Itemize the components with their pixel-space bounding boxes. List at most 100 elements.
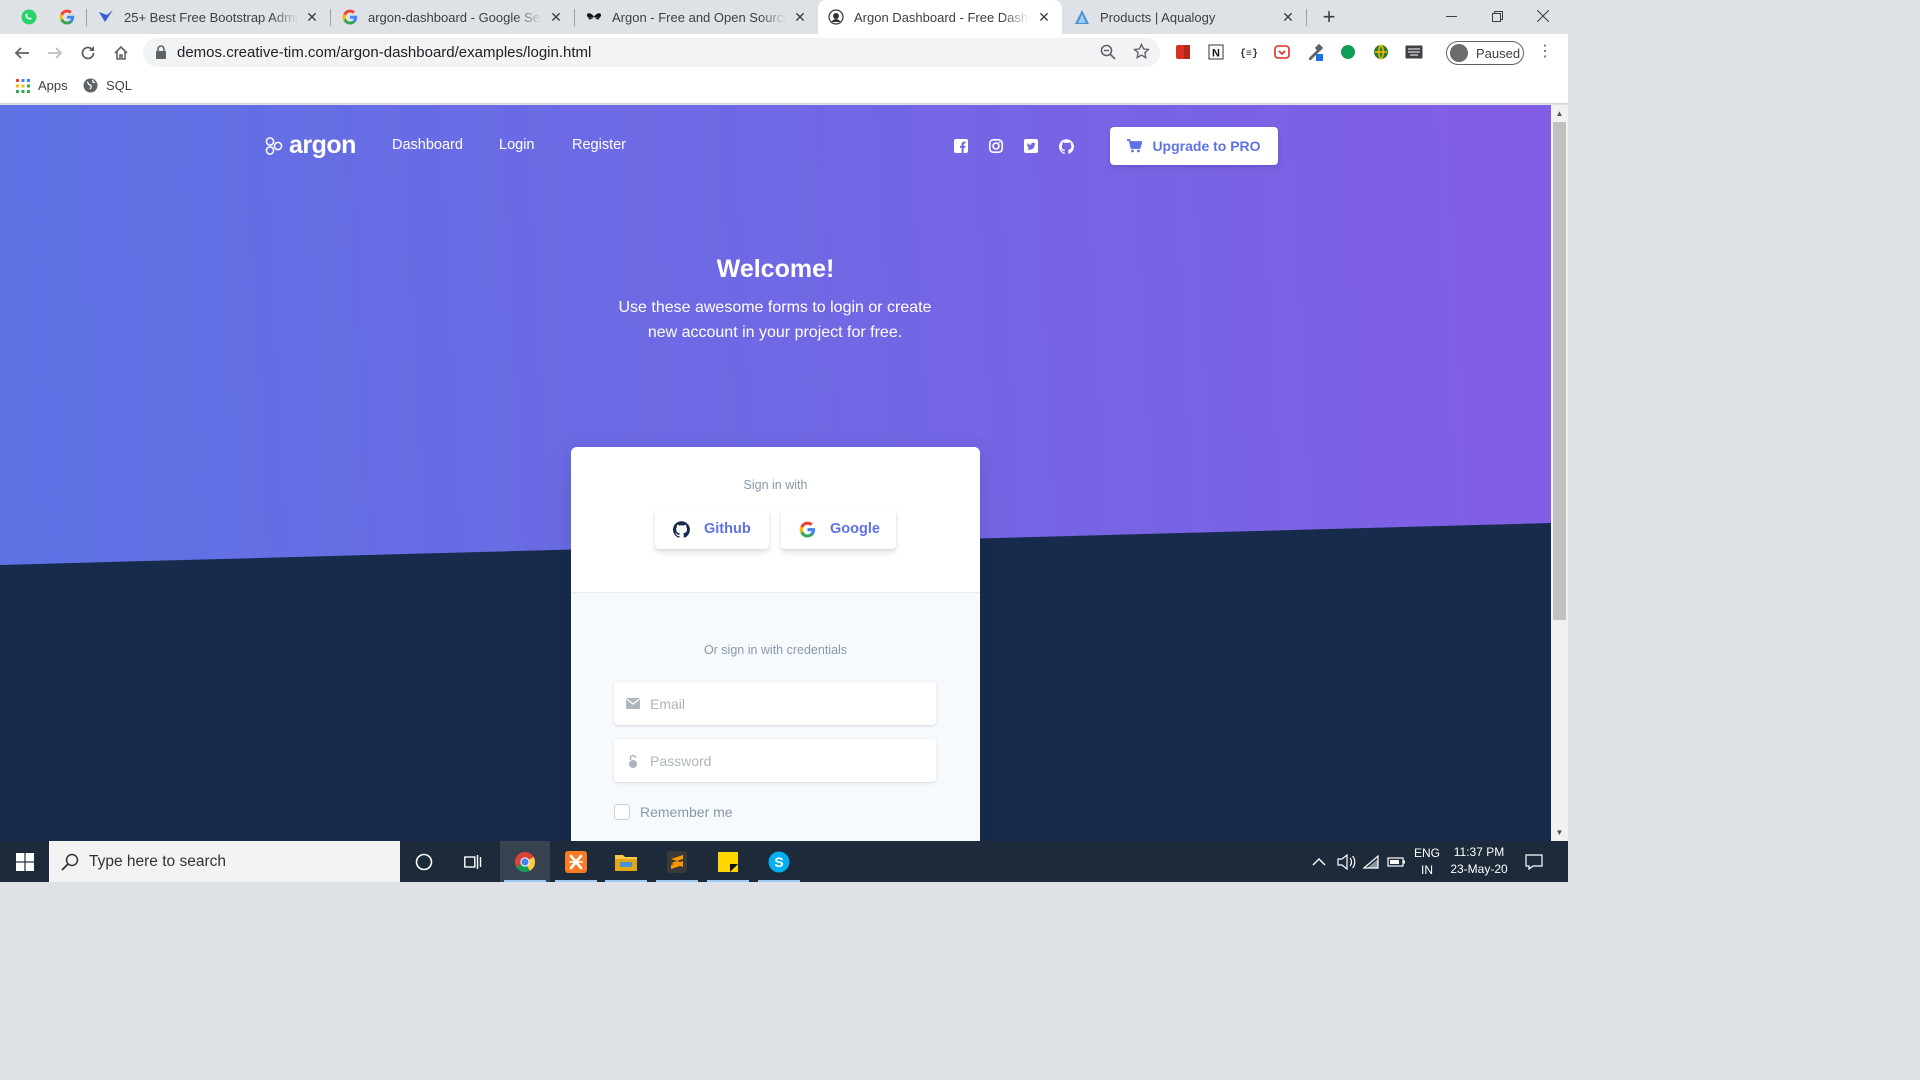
extension-red-icon[interactable] [1174,43,1192,61]
file-explorer-icon[interactable] [601,841,651,882]
zoom-icon[interactable] [1100,44,1116,65]
nav-link-login[interactable]: Login [499,137,534,153]
remember-me-checkbox[interactable] [614,804,630,820]
envelope-icon [616,698,650,709]
close-icon[interactable]: ✕ [304,9,320,25]
tab-title: Argon - Free and Open Source D [612,9,786,25]
remember-me-label: Remember me [640,804,733,820]
upgrade-label: Upgrade to PRO [1152,138,1261,154]
svg-text:{≡}: {≡} [1240,48,1258,60]
extension-green-dot-icon[interactable] [1339,43,1357,61]
home-button[interactable] [108,40,134,66]
profile-status: Paused [1476,45,1521,61]
page-viewport: argon Dashboard Login Register Upgrade t… [0,105,1551,841]
task-view-icon[interactable] [448,841,498,882]
reload-button[interactable] [75,40,101,66]
volume-icon[interactable] [1337,841,1357,882]
argon-logo[interactable]: argon [264,131,356,160]
login-card: Sign in with Github Google Or sign in wi… [571,447,980,841]
close-icon[interactable]: ✕ [548,9,564,25]
address-bar[interactable]: demos.creative-tim.com/argon-dashboard/e… [143,38,1160,67]
windows-start-icon[interactable] [0,841,49,882]
email-field[interactable] [614,682,936,725]
show-hidden-icons-chevron-icon[interactable] [1312,841,1326,882]
notifications-icon[interactable] [1525,841,1543,882]
tab-argon-dashboard[interactable]: Argon Dashboard - Free Dashbo ✕ [818,0,1062,34]
xampp-icon[interactable] [551,841,601,882]
tab-title: argon-dashboard - Google Searc [368,9,542,25]
extension-pocket-icon[interactable] [1273,43,1291,61]
apps-grid-icon [16,78,30,93]
instagram-icon[interactable] [988,138,1004,154]
bookmark-star-icon[interactable] [1133,42,1150,65]
tab-bootstrap-admin[interactable]: 25+ Best Free Bootstrap Admin T ✕ [88,0,330,34]
scrollbar-thumb[interactable] [1553,122,1566,620]
facebook-icon[interactable] [953,138,969,154]
page-scrollbar[interactable]: ▲ ▼ [1551,105,1568,841]
remember-me[interactable]: Remember me [614,804,733,820]
twitter-icon[interactable] [1023,138,1039,154]
menu-kebab-icon[interactable]: ⋮ [1537,43,1553,61]
chrome-icon[interactable] [500,841,550,882]
bookmarks-bar: Apps SQL [0,71,1568,104]
extension-json-icon[interactable]: {≡} [1240,43,1258,61]
brand-text: argon [289,131,356,159]
github-icon[interactable] [1058,138,1074,154]
tab-title: Products | Aqualogy [1100,9,1216,25]
input-language[interactable]: ENG IN [1410,845,1444,879]
nav-link-register[interactable]: Register [572,137,626,153]
welcome-lead: Use these awesome forms to login or crea… [618,299,932,341]
extension-eyedropper-icon[interactable] [1306,43,1324,61]
upgrade-to-pro-button[interactable]: Upgrade to PRO [1110,127,1278,165]
new-tab-button[interactable]: + [1318,4,1340,29]
minimize-button[interactable] [1428,0,1474,32]
bookmark-apps[interactable]: Apps [16,78,68,93]
bookmark-sql[interactable]: SQL [83,78,132,93]
skype-icon[interactable]: S [754,841,804,882]
google-icon [59,9,75,25]
taskbar-search-box[interactable]: Type here to search [49,841,400,882]
close-icon[interactable]: ✕ [792,9,808,25]
email-input[interactable] [650,695,920,712]
whatsapp-icon [21,9,37,25]
close-icon[interactable]: ✕ [1280,9,1296,25]
google-label: Google [830,521,880,537]
wifi-icon[interactable] [1362,841,1382,882]
sublime-text-icon[interactable] [652,841,702,882]
github-login-button[interactable]: Github [655,509,769,549]
extension-notion-icon[interactable]: N [1207,43,1225,61]
forward-button[interactable] [42,40,68,66]
battery-icon[interactable] [1387,841,1407,882]
close-icon[interactable]: ✕ [1036,9,1052,25]
nav-link-dashboard[interactable]: Dashboard [392,137,463,153]
site-navbar: argon Dashboard Login Register Upgrade t… [0,105,1551,187]
profile-button[interactable]: Paused [1446,41,1524,65]
tab-whatsapp[interactable] [10,0,48,34]
sticky-notes-icon[interactable] [703,841,753,882]
windows-taskbar: Type here to search S ENG IN 11:37 PM 23 [0,841,1568,882]
extension-globe-icon[interactable] [1372,43,1390,61]
close-window-button[interactable] [1520,0,1566,32]
lock-icon [616,754,650,768]
tab-aqualogy[interactable]: Products | Aqualogy ✕ [1064,0,1306,34]
tab-google-search[interactable]: argon-dashboard - Google Searc ✕ [332,0,574,34]
password-input[interactable] [650,752,920,769]
back-button[interactable] [9,40,35,66]
clock-time: 11:37 PM [1453,845,1505,859]
google-login-button[interactable]: Google [781,509,896,549]
tab-argon-open-source[interactable]: Argon - Free and Open Source D ✕ [576,0,818,34]
taskbar-clock[interactable]: 11:37 PM 23-May-20 [1444,844,1514,878]
tab-google[interactable] [48,0,86,34]
scroll-up-arrow-icon[interactable]: ▲ [1551,105,1568,122]
cortana-icon[interactable] [400,841,448,882]
extension-keyboard-icon[interactable] [1405,43,1423,61]
restore-button[interactable] [1474,0,1520,32]
shopping-cart-icon [1127,139,1143,153]
tab-separator [574,9,575,26]
avatar [1450,44,1468,62]
google-icon [342,9,358,25]
search-placeholder: Type here to search [89,852,226,870]
google-icon [799,521,816,538]
scroll-down-arrow-icon[interactable]: ▼ [1551,824,1568,841]
password-field[interactable] [614,739,936,782]
